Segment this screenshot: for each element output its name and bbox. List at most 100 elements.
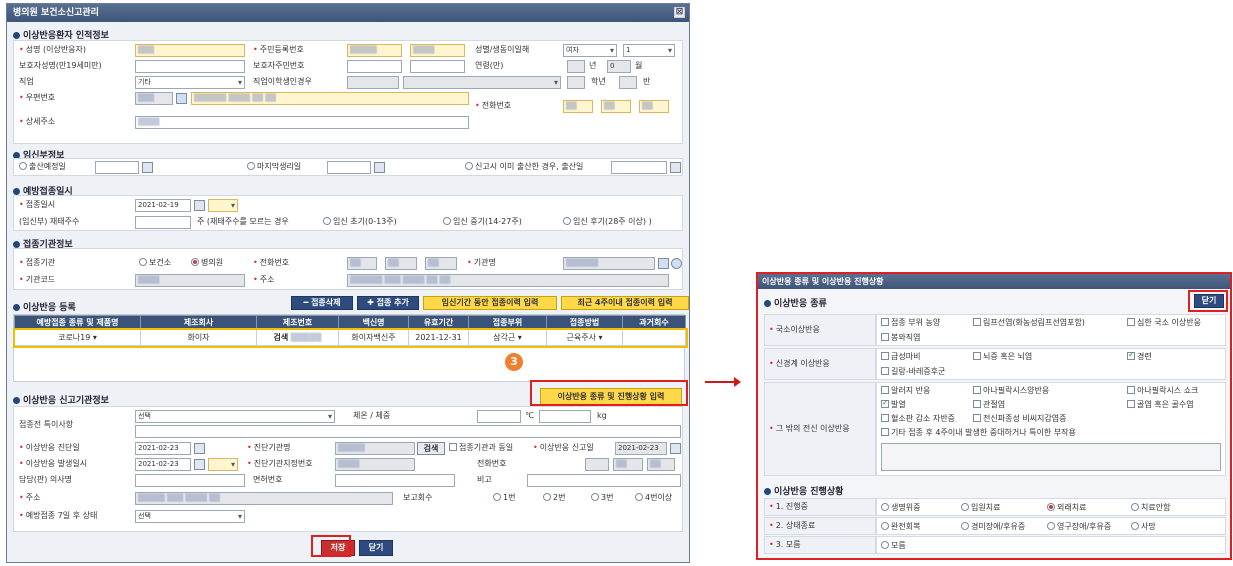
chk-itp[interactable]: 혈소판 감소 자반증 xyxy=(881,413,955,424)
calendar-icon[interactable] xyxy=(670,443,681,454)
calendar-icon[interactable] xyxy=(142,162,153,173)
sex-select[interactable]: 여자 xyxy=(563,44,617,57)
special-input[interactable] xyxy=(135,425,681,438)
chk-encephalitis[interactable]: 뇌증 혹은 뇌염 xyxy=(973,351,1032,362)
chk-paralysis[interactable]: 급성마비 xyxy=(881,351,920,362)
chk-allergy[interactable]: 알러지 반응 xyxy=(881,385,930,396)
vacc-time-select[interactable] xyxy=(208,199,238,212)
search-icon[interactable] xyxy=(176,93,187,104)
count-radio-3[interactable]: 3번 xyxy=(591,491,613,505)
close-icon[interactable]: ⊠ xyxy=(674,7,685,18)
pregnancy-history-button[interactable]: 임신기간 동안 접종이력 입력 xyxy=(423,296,557,310)
search-icon[interactable] xyxy=(658,258,669,269)
vacc-date-input[interactable]: 2021-02-19 xyxy=(135,199,191,212)
guardian-input[interactable] xyxy=(135,60,245,73)
note-input[interactable] xyxy=(527,474,681,487)
progress-ongoing-label: • 1. 진행중 xyxy=(764,498,876,516)
radio-death[interactable]: 사망 xyxy=(1131,521,1156,532)
diag-date-input[interactable]: 2021-02-23 xyxy=(135,442,191,455)
preg-mid-radio[interactable]: 임신 중기(14-27주) xyxy=(443,215,522,229)
chk-seizure[interactable]: 경련 xyxy=(1127,350,1152,362)
site-select[interactable]: 삼각근 ▾ xyxy=(468,329,547,346)
chk-osteitis[interactable]: 골염 혹은 골수염 xyxy=(1127,399,1194,410)
count-radio-4[interactable]: 4번이상 xyxy=(635,491,672,505)
detail-addr-input[interactable]: ▒▒▒▒ xyxy=(135,116,469,129)
progress-unknown-label: • 3. 모름 xyxy=(764,536,876,554)
search-button[interactable]: 검색 xyxy=(417,442,445,455)
weight-input[interactable] xyxy=(539,410,591,423)
other-textarea[interactable] xyxy=(881,443,1221,471)
radio-outpatient[interactable]: 외래치료 xyxy=(1047,502,1086,513)
delete-vaccine-button[interactable]: ━ 접종삭제 xyxy=(291,296,353,310)
temp-input[interactable] xyxy=(477,410,521,423)
phone-2[interactable]: ▒▒ xyxy=(601,100,631,113)
name-input[interactable]: ▒▒▒ xyxy=(135,44,245,57)
guardian-rrn-front[interactable] xyxy=(347,60,402,73)
highlight-popup-close xyxy=(1188,290,1228,312)
calendar-icon[interactable] xyxy=(194,200,205,211)
radio-critical[interactable]: 생명위중 xyxy=(881,502,920,513)
rrn-back-input[interactable]: ▒▒▒▒ xyxy=(410,44,465,57)
rrn-front-input[interactable]: ▒▒▒▒▒ xyxy=(347,44,402,57)
radio-permanent[interactable]: 영구장애/후유증 xyxy=(1047,521,1111,532)
radio-mild-sequelae[interactable]: 경미장애/후유증 xyxy=(961,521,1025,532)
chk-gbs[interactable]: 길랑-바레증후군 xyxy=(881,366,945,377)
radio-unknown[interactable]: 모름 xyxy=(881,540,906,551)
after-select[interactable]: 선택 xyxy=(135,510,245,523)
preg-week-input[interactable] xyxy=(135,216,191,229)
occur-date-input[interactable]: 2021-02-23 xyxy=(135,458,191,471)
lmp-input[interactable] xyxy=(327,161,371,174)
chk-other[interactable]: 기타 접종 후 4주이내 발생한 중대하거나 특이한 부작용 xyxy=(881,427,1076,438)
occur-time-select[interactable] xyxy=(208,458,238,471)
chk-anaphylaxis[interactable]: 아나필락시스 쇼크 xyxy=(1127,385,1198,396)
col-count: 과거회수 xyxy=(622,315,686,330)
lmp-radio[interactable]: 마지막생리일 xyxy=(247,160,301,174)
chk-bcg[interactable]: 전신파종성 비씨지감염증 xyxy=(973,413,1067,424)
progress-unknown: 모름 xyxy=(876,536,1226,554)
chk-cellulitis[interactable]: 봉와직염 xyxy=(881,332,920,343)
calendar-icon[interactable] xyxy=(194,443,205,454)
birth-input[interactable] xyxy=(611,161,667,174)
count-radio-2[interactable]: 2번 xyxy=(543,491,565,505)
due-input[interactable] xyxy=(95,161,139,174)
recent-history-button[interactable]: 최근 4주이내 접종이력 입력 xyxy=(561,296,689,310)
close-button[interactable]: 닫기 xyxy=(359,540,393,556)
method-select[interactable]: 근육주사 ▾ xyxy=(546,329,623,346)
calendar-icon[interactable] xyxy=(670,162,681,173)
note-label: 비고 xyxy=(477,475,492,484)
refresh-icon[interactable] xyxy=(671,258,682,269)
chk-lymph[interactable]: 림프선염(화농성림프선염포함) xyxy=(973,317,1085,328)
org-radio-hospital[interactable]: 병의원 xyxy=(191,256,223,270)
guardian-rrn-back[interactable] xyxy=(410,60,465,73)
preg-early-radio[interactable]: 임신 초기(0-13주) xyxy=(323,215,397,229)
radio-no-treatment[interactable]: 치료안함 xyxy=(1131,502,1170,513)
kind-select[interactable]: 코로나19 ▾ xyxy=(14,329,141,346)
chk-fever[interactable]: 발열 xyxy=(881,398,906,410)
count-radio-1[interactable]: 1번 xyxy=(493,491,515,505)
chk-anaphylactoid[interactable]: 아나필락시스양반응 xyxy=(973,385,1049,396)
expiry-cell: 2021-12-31 xyxy=(408,329,469,346)
chk-severe-local[interactable]: 심한 국소 이상반응 xyxy=(1127,317,1201,328)
address-input[interactable]: ▒▒▒▒▒▒ ▒▒▒▒ ▒▒ ▒▒ xyxy=(191,92,469,105)
calendar-icon[interactable] xyxy=(194,459,205,470)
lot-cell[interactable]: 검색 ▒▒▒▒▒ xyxy=(256,329,339,346)
phone-1[interactable]: ▒▒ xyxy=(563,100,593,113)
chk-arthritis[interactable]: 관절염 xyxy=(973,399,1005,410)
doctor-input[interactable] xyxy=(135,474,245,487)
count-cell[interactable] xyxy=(622,329,686,346)
org-radio-health[interactable]: 보건소 xyxy=(139,256,171,270)
special-select[interactable]: 선택 xyxy=(135,410,335,423)
license-input[interactable] xyxy=(335,474,455,487)
preg-late-radio[interactable]: 임신 후기(28주 이상) ) xyxy=(563,215,652,229)
phone-3[interactable]: ▒▒ xyxy=(639,100,669,113)
twin-select[interactable]: 1 xyxy=(623,44,675,57)
radio-recovered[interactable]: 완전회복 xyxy=(881,521,920,532)
same-org-check[interactable]: 접종기관과 동일 xyxy=(449,441,513,455)
add-vaccine-button[interactable]: ✚ 접종 추가 xyxy=(357,296,419,310)
due-radio[interactable]: 출산예정일 xyxy=(19,160,66,174)
birth-radio[interactable]: 신고시 이미 출산한 경우, 출산일 xyxy=(465,160,583,174)
chk-abscess[interactable]: 접종 부위 농양 xyxy=(881,317,940,328)
job-select[interactable]: 기타 xyxy=(135,76,245,89)
calendar-icon[interactable] xyxy=(374,162,385,173)
radio-inpatient[interactable]: 입원치료 xyxy=(961,502,1000,513)
